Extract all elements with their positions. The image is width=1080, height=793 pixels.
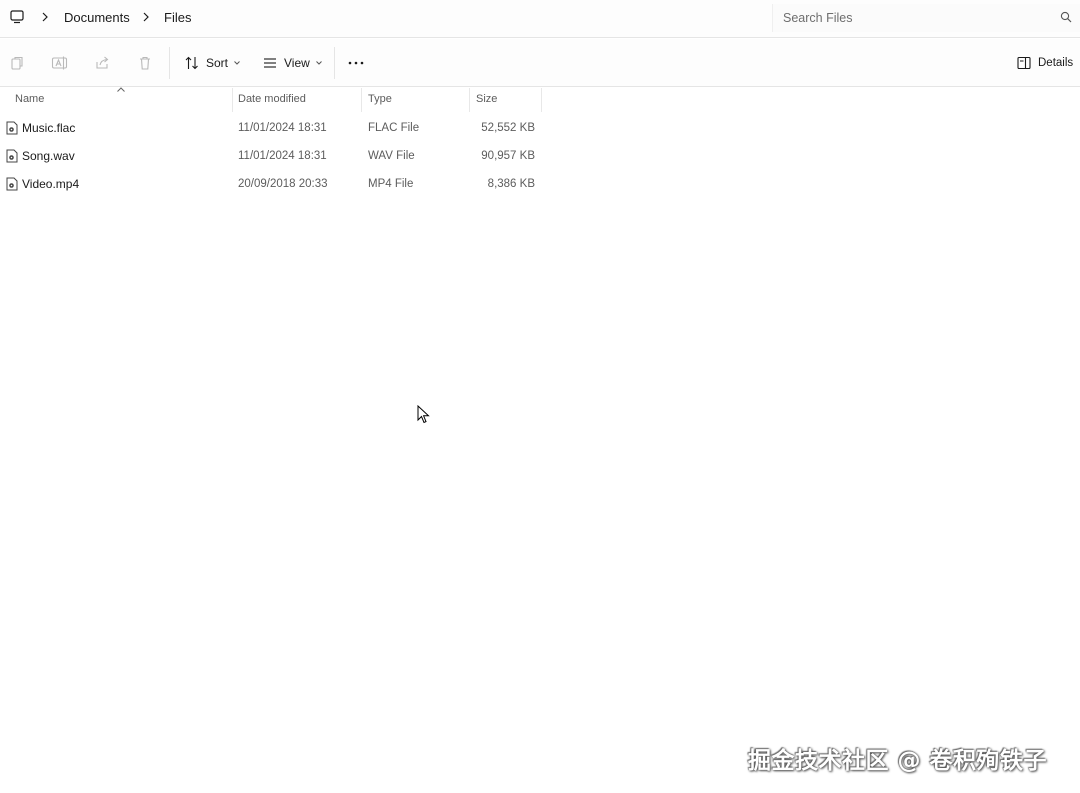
- video-file-icon: [6, 177, 18, 191]
- chevron-down-icon: [234, 61, 240, 65]
- breadcrumb-files[interactable]: Files: [164, 10, 191, 25]
- chevron-down-icon: [315, 61, 322, 65]
- search-icon[interactable]: [1060, 11, 1072, 23]
- this-pc-icon[interactable]: [9, 9, 25, 25]
- file-date-modified: 11/01/2024 18:31: [238, 150, 327, 162]
- command-bar: Sort View Details: [0, 39, 1080, 87]
- mouse-cursor-icon: [417, 405, 430, 424]
- chevron-right-icon[interactable]: [140, 9, 152, 25]
- details-pane-button[interactable]: Details: [1016, 53, 1073, 73]
- file-name: Music.flac: [22, 121, 76, 135]
- column-resize-handle[interactable]: [232, 88, 233, 112]
- file-row[interactable]: Song.wav 11/01/2024 18:31 WAV File 90,95…: [0, 143, 545, 169]
- audio-file-icon: [6, 121, 18, 135]
- view-label: View: [284, 56, 310, 70]
- column-resize-handle[interactable]: [361, 88, 362, 112]
- file-explorer-window: Documents Files Search Files Sort View D…: [0, 0, 1080, 793]
- rename-icon: [51, 56, 68, 70]
- file-row[interactable]: Video.mp4 20/09/2018 20:33 MP4 File 8,38…: [0, 171, 545, 197]
- share-button[interactable]: [94, 53, 110, 73]
- column-header-type[interactable]: Type: [368, 93, 392, 105]
- column-header-name[interactable]: Name: [15, 93, 44, 105]
- sort-button[interactable]: Sort: [184, 53, 241, 73]
- toolbar-divider: [169, 47, 170, 79]
- column-resize-handle[interactable]: [469, 88, 470, 112]
- delete-button[interactable]: [137, 53, 153, 73]
- copy-icon: [11, 56, 23, 70]
- search-input[interactable]: [783, 9, 1043, 27]
- rename-button[interactable]: [51, 53, 69, 73]
- file-row[interactable]: Music.flac 11/01/2024 18:31 FLAC File 52…: [0, 115, 545, 141]
- more-icon: [348, 61, 364, 65]
- file-date-modified: 20/09/2018 20:33: [238, 178, 328, 190]
- file-name: Video.mp4: [22, 177, 80, 191]
- breadcrumb-documents[interactable]: Documents: [64, 10, 130, 25]
- file-list-empty-area[interactable]: [0, 199, 1080, 739]
- more-options-button[interactable]: [347, 53, 365, 73]
- file-type: WAV File: [368, 150, 415, 162]
- file-type: MP4 File: [368, 178, 414, 190]
- toolbar-divider: [334, 47, 335, 79]
- view-button[interactable]: View: [262, 53, 323, 73]
- column-header-date[interactable]: Date modified: [238, 93, 306, 105]
- file-date-modified: 11/01/2024 18:31: [238, 122, 327, 134]
- address-bar: Documents Files: [0, 0, 1080, 38]
- column-headers: Name Date modified Type Size: [0, 87, 545, 112]
- audio-file-icon: [6, 149, 18, 163]
- sort-icon: [185, 56, 198, 70]
- share-icon: [96, 56, 109, 69]
- chevron-right-icon[interactable]: [39, 9, 51, 25]
- column-header-size[interactable]: Size: [476, 93, 497, 105]
- file-type: FLAC File: [368, 122, 420, 134]
- column-resize-handle[interactable]: [541, 88, 542, 112]
- copy-button[interactable]: [9, 53, 25, 73]
- sort-ascending-icon: [117, 87, 125, 92]
- file-size: 52,552 KB: [481, 122, 535, 134]
- file-size: 90,957 KB: [481, 150, 535, 162]
- watermark: 掘金技术社区 @ 卷积殉铁子: [748, 748, 1048, 774]
- trash-icon: [140, 56, 150, 70]
- file-name: Song.wav: [22, 149, 75, 163]
- details-label: Details: [1038, 57, 1074, 69]
- view-list-icon: [264, 58, 276, 68]
- sort-label: Sort: [206, 56, 229, 70]
- search-box[interactable]: [772, 4, 1080, 32]
- file-size: 8,386 KB: [487, 178, 535, 190]
- details-pane-icon: [1017, 56, 1031, 70]
